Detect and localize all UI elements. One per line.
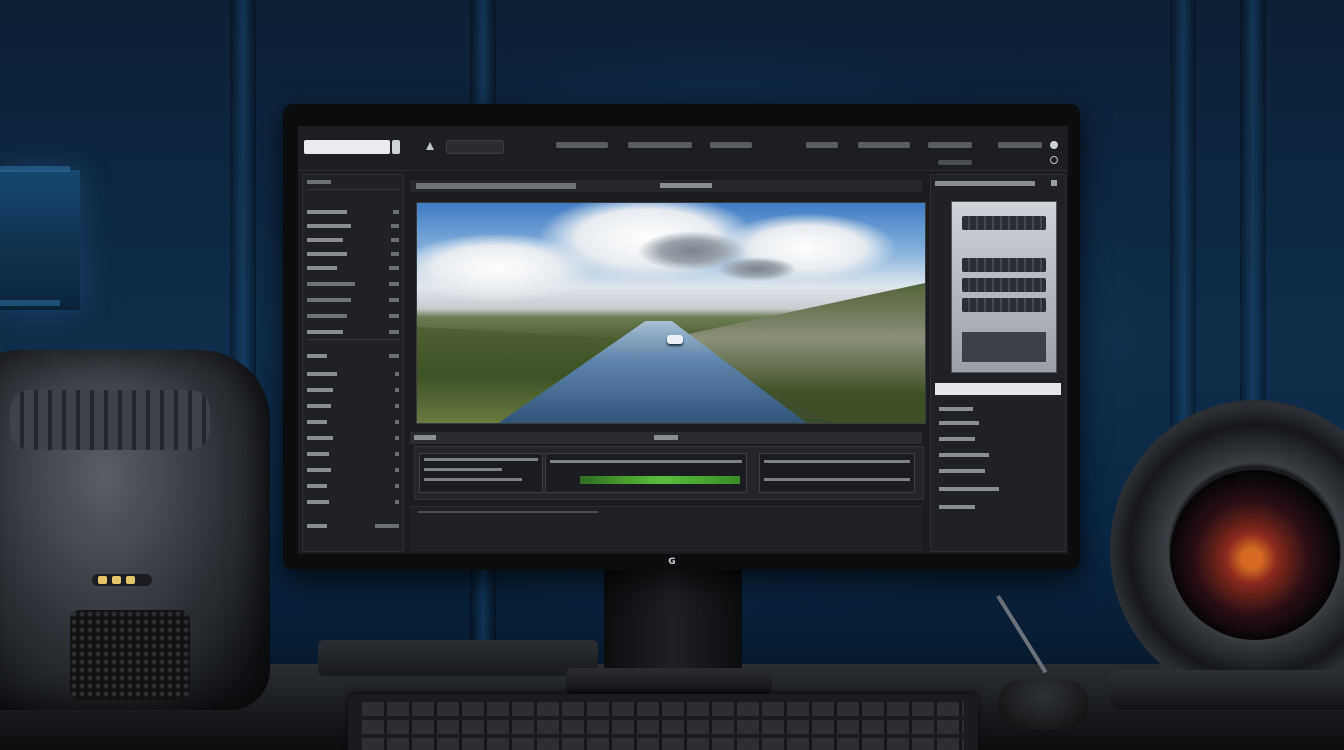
property-row[interactable] [307,351,399,361]
media-thumbnail[interactable] [951,201,1057,373]
timeline-clip[interactable] [545,453,747,493]
desk-tray [318,640,598,676]
microphone-icon [998,680,1088,730]
toolbar-button[interactable] [446,140,504,154]
media-row[interactable] [939,453,1059,462]
app-toolbar [298,126,1068,171]
media-browser-panel [930,174,1066,552]
menu-item[interactable] [938,160,972,165]
menu-item[interactable] [556,142,608,148]
camera-status-lights [92,574,152,586]
close-icon[interactable] [392,140,400,154]
search-input[interactable] [304,140,390,154]
media-row[interactable] [939,487,1059,496]
video-preview[interactable] [416,202,926,424]
menu-item[interactable] [806,142,838,148]
viewer-header [410,180,922,192]
timeline-track[interactable] [414,446,924,500]
shelf-light [0,300,60,306]
property-row[interactable] [307,497,399,507]
menu-item[interactable] [858,142,910,148]
property-row[interactable] [307,465,399,475]
property-row[interactable] [307,449,399,459]
property-row[interactable] [307,369,399,379]
menu-item[interactable] [710,142,752,148]
monitor-stand [604,568,742,678]
home-icon[interactable] [426,142,434,150]
property-row[interactable] [307,433,399,443]
timeline-clip[interactable] [419,453,543,493]
property-row[interactable] [307,279,399,289]
property-row[interactable] [307,249,399,259]
user-icon[interactable] [1050,141,1058,149]
property-row[interactable] [307,521,399,531]
viewer-tab-label [660,183,712,188]
viewer-tab[interactable] [416,183,576,189]
boat [667,335,683,344]
property-row[interactable] [307,385,399,395]
lens-glass [1170,470,1340,640]
editing-software-screen [298,126,1068,554]
menu-item[interactable] [998,142,1042,148]
video-camera-left [0,350,270,710]
media-row[interactable] [939,421,1059,430]
property-row[interactable] [307,327,399,337]
property-row[interactable] [307,311,399,321]
timeline-header [410,432,922,444]
property-row[interactable] [307,295,399,305]
camera-vent [70,610,190,700]
media-row[interactable] [939,437,1059,446]
media-row[interactable] [939,505,1059,514]
keyboard [348,694,978,750]
timeline-clip[interactable] [759,453,915,493]
camera-grip [10,390,210,450]
monitor-stand-base [566,668,772,694]
shelf-light [0,166,70,172]
property-row[interactable] [307,481,399,491]
property-row[interactable] [307,207,399,217]
property-row[interactable] [307,235,399,245]
close-icon[interactable] [1051,180,1057,186]
menu-item[interactable] [628,142,692,148]
property-row[interactable] [307,401,399,411]
media-tab[interactable] [935,383,1061,395]
panel-header [307,177,399,187]
property-row[interactable] [307,221,399,231]
menu-item[interactable] [928,142,972,148]
camera-base [1110,670,1344,710]
background-shelf [0,170,80,310]
audio-waveform [580,476,740,484]
monitor-logo: G [668,557,676,567]
transport-bar [410,506,922,551]
properties-panel [302,174,404,552]
property-row[interactable] [307,263,399,273]
property-row[interactable] [307,417,399,427]
gear-icon[interactable] [1050,156,1058,164]
media-row[interactable] [939,469,1059,478]
media-row[interactable] [939,407,1059,416]
keyboard-keys [362,702,964,750]
